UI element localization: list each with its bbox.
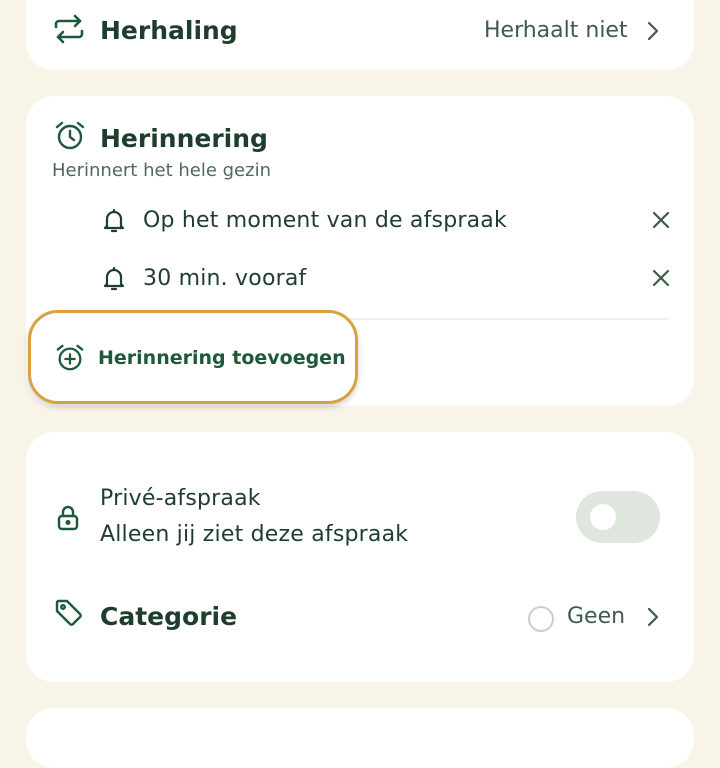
category-value: Geen	[567, 604, 626, 629]
reminder-item: 30 min. vooraf	[26, 254, 694, 308]
bell-icon	[103, 208, 125, 233]
reminder-card: Herinnering Herinnert het hele gezin Op …	[26, 96, 694, 406]
reminder-item: Op het moment van de afspraak	[26, 196, 694, 250]
next-card	[26, 708, 694, 768]
reminder-item-label: 30 min. vooraf	[143, 266, 307, 291]
reminder-title: Herinnering	[100, 124, 268, 153]
category-row[interactable]: Categorie Geen	[26, 582, 694, 652]
close-icon[interactable]	[652, 211, 670, 229]
private-subtitle: Alleen jij ziet deze afspraak	[100, 522, 409, 547]
bell-icon	[103, 266, 125, 291]
category-color-indicator	[528, 606, 554, 632]
chevron-right-icon	[647, 607, 659, 627]
repeat-card[interactable]: Herhaling Herhaalt niet	[26, 0, 694, 70]
reminder-subtitle: Herinnert het hele gezin	[52, 160, 271, 181]
alarm-clock-icon	[55, 121, 85, 150]
lock-icon	[57, 505, 79, 531]
toggle-knob	[590, 504, 616, 530]
options-card: Privé-afspraak Alleen jij ziet deze afsp…	[26, 432, 694, 682]
repeat-title: Herhaling	[100, 16, 238, 45]
add-reminder-label: Herinnering toevoegen	[98, 347, 346, 369]
alarm-clock-plus-icon	[56, 344, 84, 371]
repeat-arrows-icon	[54, 14, 84, 44]
private-title: Privé-afspraak	[100, 486, 261, 511]
category-title: Categorie	[100, 602, 238, 631]
reminder-item-label: Op het moment van de afspraak	[143, 208, 507, 233]
private-toggle[interactable]	[576, 491, 660, 543]
chevron-right-icon	[647, 21, 659, 41]
repeat-value: Herhaalt niet	[484, 18, 628, 43]
close-icon[interactable]	[652, 269, 670, 287]
add-reminder-button[interactable]: Herinnering toevoegen	[28, 310, 358, 404]
tag-icon	[55, 599, 82, 626]
